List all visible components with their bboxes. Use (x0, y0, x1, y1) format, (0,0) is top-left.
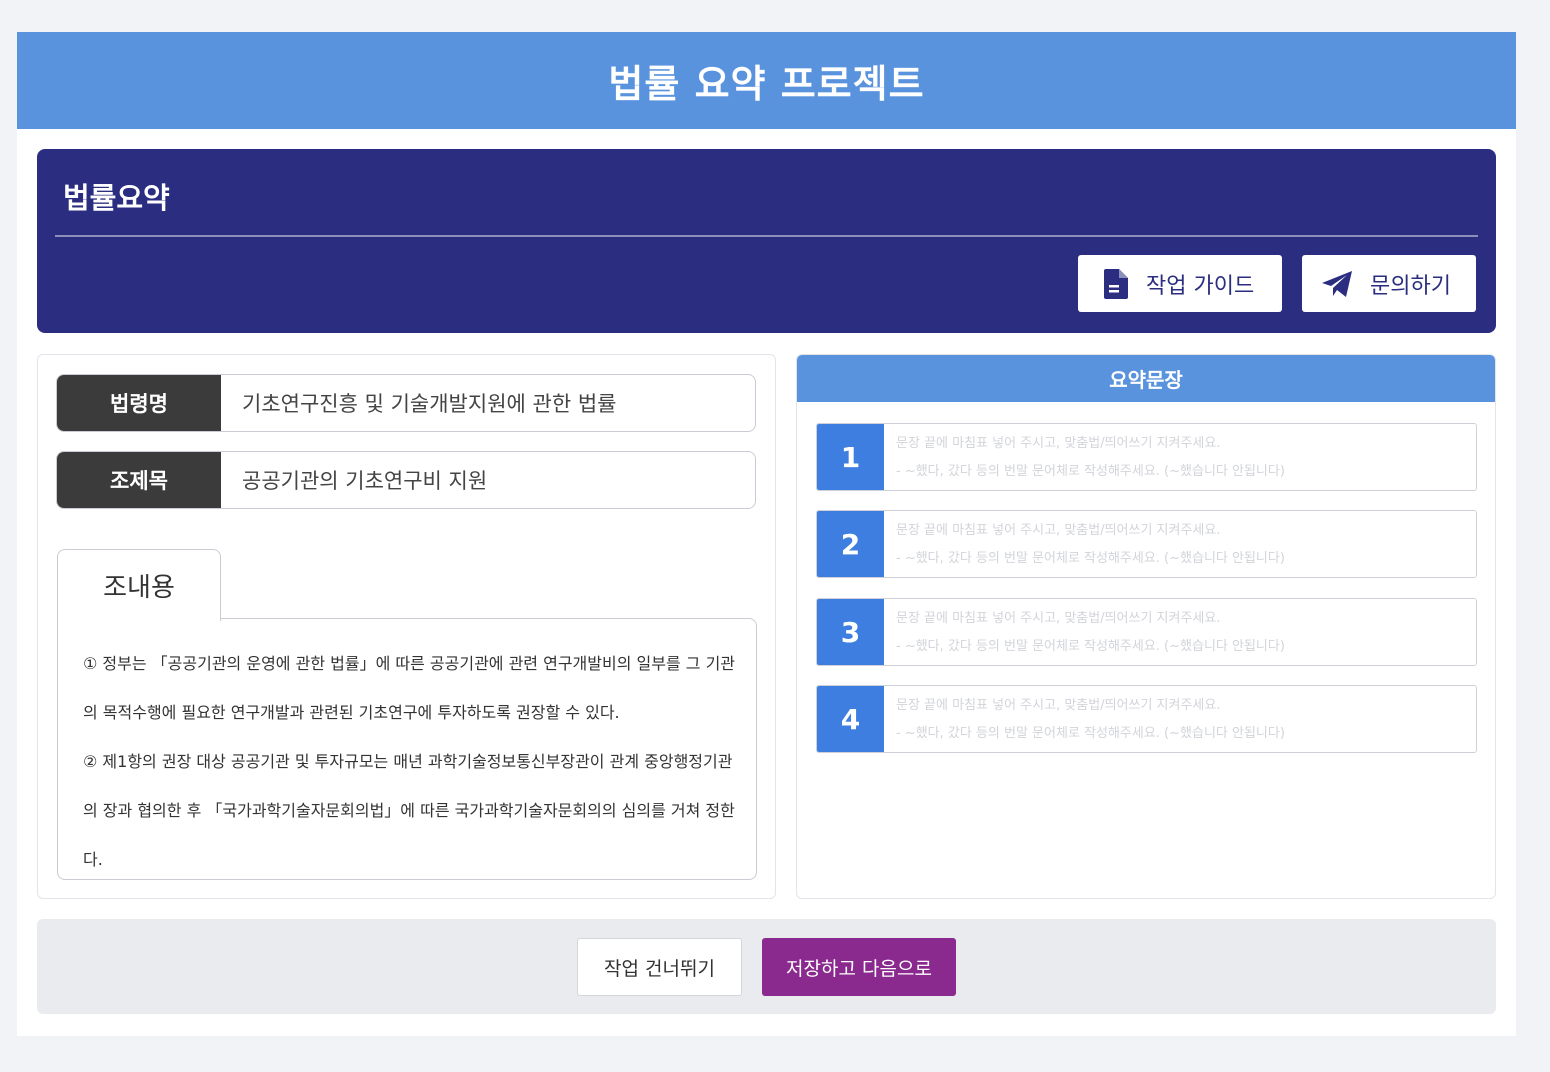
app-window: 법률 요약 프로젝트 법률요약 작업 가이드 문의하기 법령명 기초연구진흥 및… (17, 32, 1516, 1036)
summary-input-4[interactable] (884, 686, 1476, 752)
article-title-label: 조제목 (57, 452, 221, 508)
guide-button[interactable]: 작업 가이드 (1078, 255, 1282, 312)
top-bar: 법률 요약 프로젝트 (17, 32, 1516, 129)
law-info-panel: 법령명 기초연구진흥 및 기술개발지원에 관한 법률 조제목 공공기관의 기초연… (37, 354, 776, 899)
document-icon (1104, 268, 1128, 299)
header-divider (55, 235, 1478, 237)
article-content-box: ① 정부는 「공공기관의 운영에 관한 법률」에 따른 공공기관에 관련 연구개… (57, 618, 757, 880)
summary-panel: 요약문장 1 2 3 4 (796, 354, 1496, 899)
app-title: 법률 요약 프로젝트 (608, 62, 925, 106)
law-name-value: 기초연구진흥 및 기술개발지원에 관한 법률 (242, 392, 617, 416)
summary-input-3[interactable] (884, 599, 1476, 665)
article-paragraph-1: ① 정부는 「공공기관의 운영에 관한 법률」에 따른 공공기관에 관련 연구개… (83, 654, 736, 722)
summary-input-2[interactable] (884, 511, 1476, 577)
inquiry-button-label: 문의하기 (1370, 273, 1451, 299)
skip-task-button[interactable]: 작업 건너뛰기 (577, 938, 742, 996)
header-panel: 법률요약 작업 가이드 문의하기 (37, 149, 1496, 333)
summary-input-1[interactable] (884, 424, 1476, 490)
summary-row-4: 4 (816, 685, 1477, 753)
inquiry-button[interactable]: 문의하기 (1302, 255, 1476, 312)
article-title-value: 공공기관의 기초연구비 지원 (242, 469, 488, 493)
summary-row-2: 2 (816, 510, 1477, 578)
summary-number: 2 (817, 511, 884, 577)
article-paragraph-2: ② 제1항의 권장 대상 공공기관 및 투자규모는 매년 과학기술정보통신부장관… (83, 752, 735, 869)
summary-row-3: 3 (816, 598, 1477, 666)
summary-number: 4 (817, 686, 884, 752)
summary-panel-title: 요약문장 (797, 355, 1495, 402)
action-footer: 작업 건너뛰기 저장하고 다음으로 (37, 919, 1496, 1014)
page-title: 법률요약 (63, 181, 170, 215)
summary-number: 3 (817, 599, 884, 665)
law-name-row: 법령명 기초연구진흥 및 기술개발지원에 관한 법률 (56, 374, 756, 432)
law-name-label: 법령명 (57, 375, 221, 431)
guide-button-label: 작업 가이드 (1146, 273, 1255, 299)
send-icon (1322, 270, 1352, 297)
article-title-row: 조제목 공공기관의 기초연구비 지원 (56, 451, 756, 509)
summary-row-1: 1 (816, 423, 1477, 491)
summary-number: 1 (817, 424, 884, 490)
save-and-next-button[interactable]: 저장하고 다음으로 (762, 938, 956, 996)
article-content-tab: 조내용 (57, 549, 221, 621)
